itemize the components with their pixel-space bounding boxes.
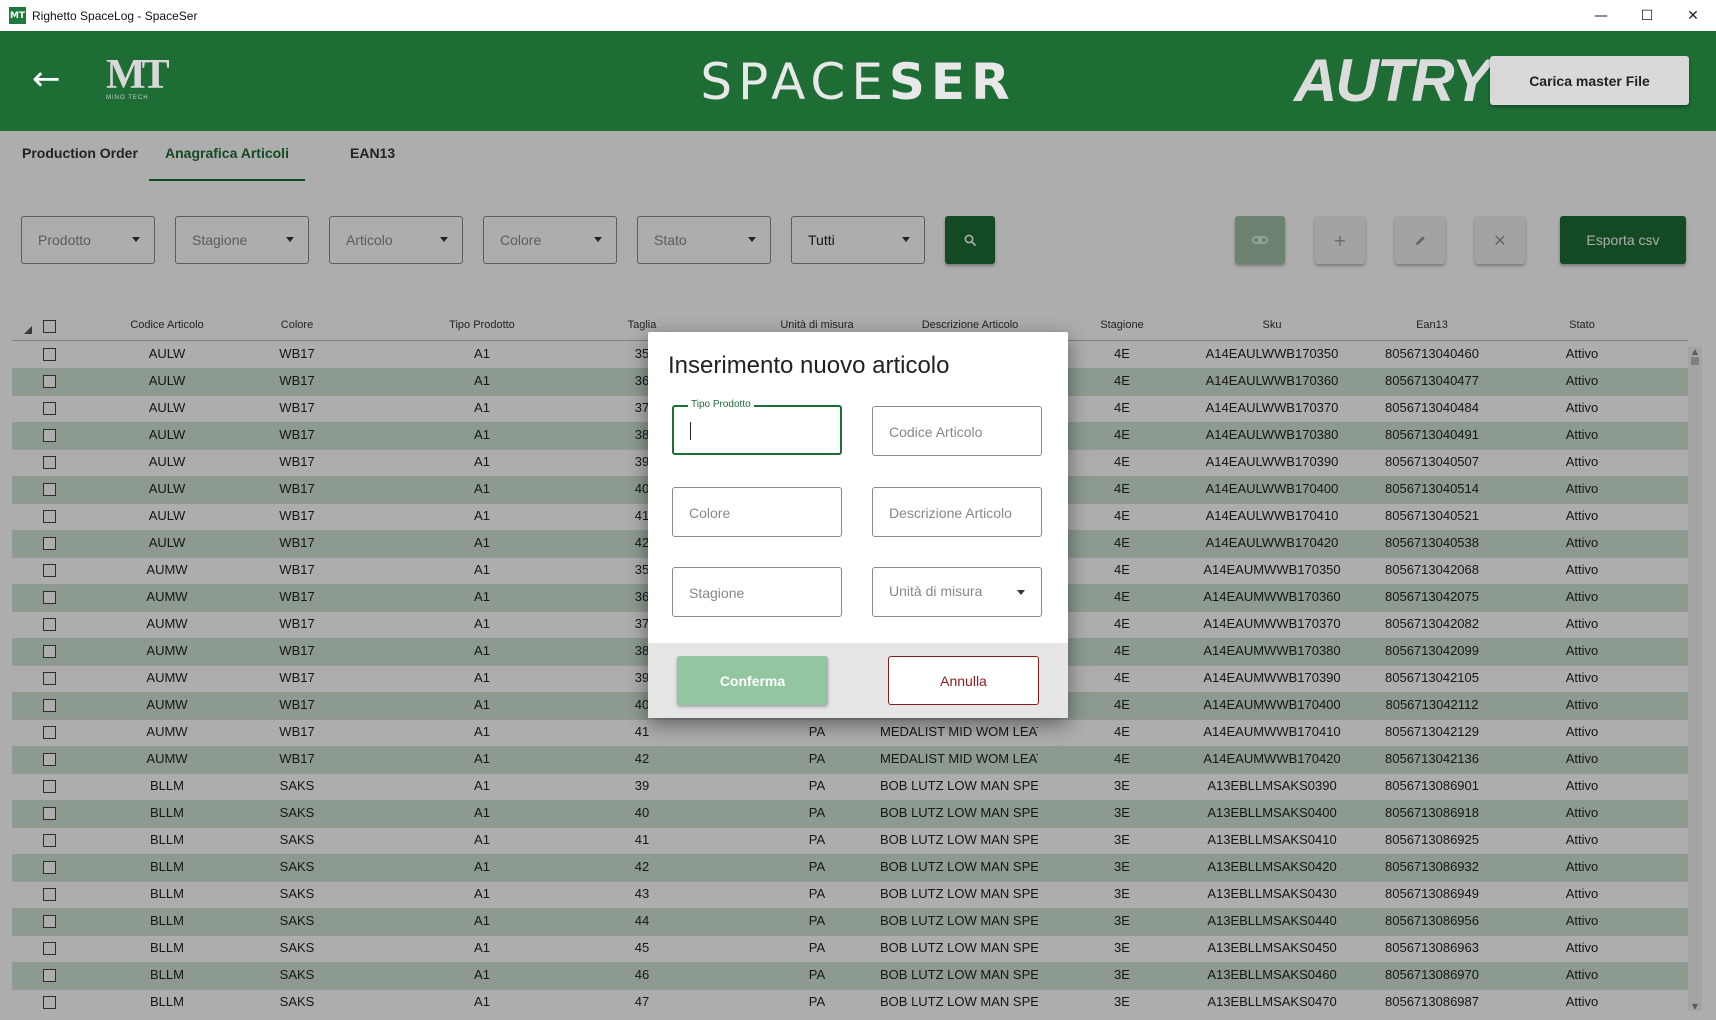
minimize-icon[interactable]: —: [1578, 0, 1624, 31]
chevron-down-icon: [1017, 590, 1025, 595]
new-article-dialog: Inserimento nuovo articolo Tipo Prodotto…: [648, 332, 1068, 718]
confirm-button[interactable]: Conferma: [677, 656, 828, 705]
unita-misura-select[interactable]: Unità di misura: [872, 567, 1042, 617]
autry-logo: AUTRY: [1294, 47, 1492, 114]
maximize-icon[interactable]: ☐: [1624, 0, 1670, 31]
stagione-input[interactable]: [687, 582, 831, 604]
app-header: ← MT MINO TECH SPACESER AUTRY Carica mas…: [0, 31, 1716, 131]
dialog-footer: Conferma Annulla: [648, 643, 1068, 718]
tipo-prodotto-field[interactable]: Tipo Prodotto: [672, 399, 842, 455]
codice-articolo-field[interactable]: [872, 406, 1042, 456]
app-title-light: SPACE: [700, 53, 889, 111]
window-title: Righetto SpaceLog - SpaceSer: [32, 8, 198, 23]
text-cursor: [690, 422, 691, 440]
tipo-prodotto-label: Tipo Prodotto: [688, 399, 754, 410]
codice-articolo-input[interactable]: [887, 421, 1031, 443]
stagione-field[interactable]: [672, 567, 842, 617]
colore-input[interactable]: [687, 502, 831, 524]
descrizione-articolo-input[interactable]: [887, 502, 1031, 524]
cancel-button[interactable]: Annulla: [888, 656, 1039, 705]
app-icon: MT: [9, 7, 26, 24]
descrizione-articolo-field[interactable]: [872, 487, 1042, 537]
app-title-bold: SER: [888, 53, 1016, 111]
colore-field[interactable]: [672, 487, 842, 537]
load-master-file-button[interactable]: Carica master File: [1490, 56, 1689, 105]
unita-misura-label: Unità di misura: [889, 583, 983, 599]
dialog-title: Inserimento nuovo articolo: [668, 352, 950, 379]
close-icon[interactable]: ✕: [1670, 0, 1716, 31]
window-controls: — ☐ ✕: [1578, 0, 1716, 31]
window-titlebar: MT Righetto SpaceLog - SpaceSer — ☐ ✕: [0, 0, 1716, 32]
